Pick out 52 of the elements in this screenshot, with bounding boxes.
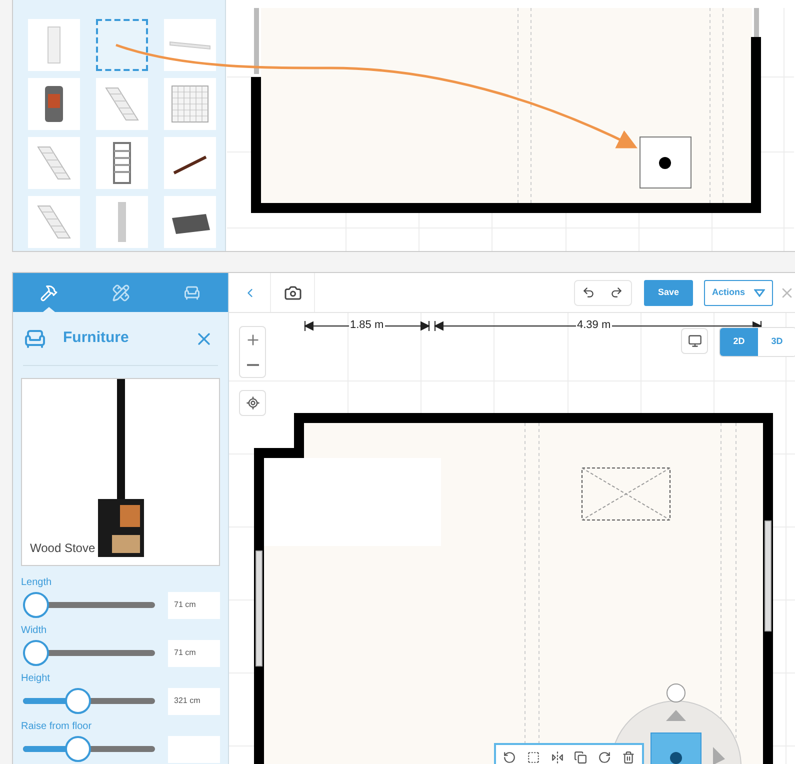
pencil-ruler-icon (112, 284, 130, 302)
hammer-icon (40, 284, 58, 302)
select-area-icon[interactable] (526, 750, 540, 764)
actions-button[interactable]: Actions (704, 280, 773, 306)
rotate-right-icon[interactable] (598, 750, 611, 764)
value-field[interactable]: 71 cm (168, 592, 220, 618)
camera-icon (284, 284, 302, 302)
slider-thumb[interactable] (65, 736, 92, 762)
slider-thumb[interactable] (23, 640, 49, 666)
plus-icon (244, 332, 260, 348)
catalog-item[interactable] (164, 137, 216, 189)
catalog-item[interactable] (164, 196, 216, 248)
slider-track[interactable] (23, 640, 155, 666)
panel-title: Furniture (63, 328, 130, 348)
redo-icon (610, 286, 624, 299)
value-text: 321 cm (174, 695, 200, 707)
screen-view-button[interactable] (681, 328, 708, 354)
slider-label: Length (21, 576, 53, 590)
crosshair-icon (246, 396, 260, 410)
slider-track[interactable] (23, 592, 155, 618)
value-field[interactable]: 71 cm (168, 640, 220, 666)
slider-track[interactable] (23, 736, 155, 762)
save-button[interactable]: Save (644, 280, 693, 306)
slider-label: Width (21, 624, 48, 638)
slider-label: Height (21, 672, 51, 686)
view-toggle[interactable]: 2D (720, 328, 758, 356)
selected-stove-marker[interactable] (650, 732, 702, 764)
monitor-icon (688, 334, 702, 348)
column-icon (118, 202, 126, 242)
flip-icon[interactable] (550, 750, 564, 764)
caret-icon (754, 288, 765, 296)
slider-thumb[interactable] (23, 592, 49, 618)
undo-icon (582, 286, 596, 299)
copy-icon[interactable] (574, 750, 588, 764)
beam-icon (169, 40, 211, 50)
delete-icon[interactable] (622, 750, 635, 764)
panel-icon (47, 26, 61, 64)
value-text: 71 cm (174, 599, 196, 611)
tab-pointer-icon (42, 307, 55, 312)
slider-track[interactable] (23, 688, 155, 714)
rotate-left-icon[interactable] (503, 750, 516, 764)
value-text: 71 cm (174, 647, 196, 659)
stove-marker-icon (640, 136, 692, 188)
preview-label: Wood Stove (30, 540, 96, 557)
minus-icon (246, 364, 258, 366)
value-field[interactable] (168, 736, 220, 762)
locate-button[interactable] (239, 390, 266, 416)
catalog-item[interactable] (28, 78, 80, 130)
armchair-icon (183, 284, 202, 302)
value-field[interactable]: 321 cm (168, 688, 220, 714)
slider-thumb[interactable] (65, 688, 92, 714)
slider-label: Raise from floor (21, 720, 93, 734)
